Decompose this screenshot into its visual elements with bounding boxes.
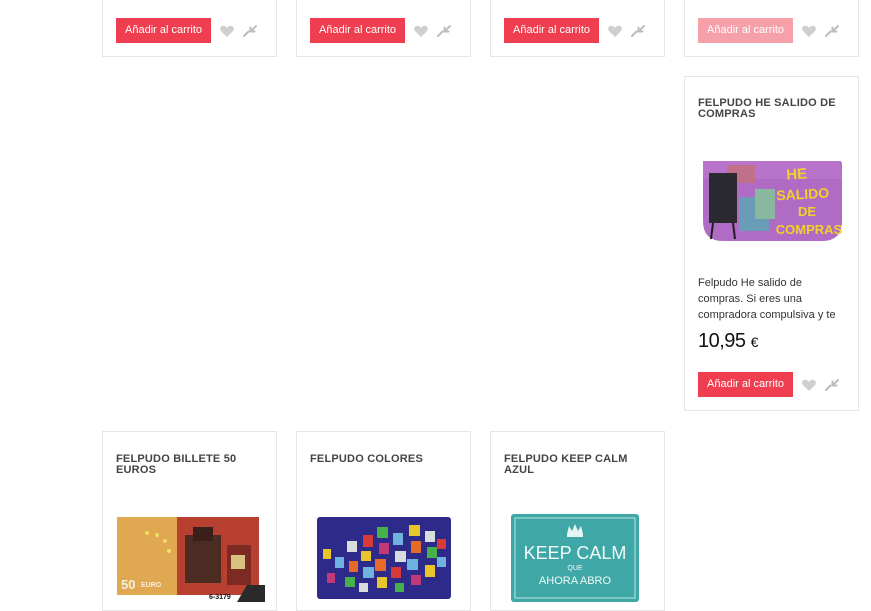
- product-card-keep-calm-azul: FELPUDO KEEP CALM AZUL KEEP CALM QUE AHO…: [490, 431, 665, 611]
- product-image[interactable]: KEEP CALM QUE AHORA ABRO: [511, 514, 639, 602]
- product-card-he-salido-de-compras: FELPUDO HE SALIDO DE COMPRAS HE SALIDO D…: [684, 76, 859, 411]
- image-text-salido: SALIDO: [776, 185, 830, 204]
- product-image[interactable]: 50 EURO 6-3179: [117, 515, 265, 602]
- heart-icon[interactable]: [801, 377, 817, 393]
- product-card-colores: FELPUDO COLORES: [296, 431, 471, 611]
- compare-arrows-icon[interactable]: [630, 23, 646, 39]
- image-text-de: DE: [798, 204, 816, 219]
- price-amount: 10,95: [698, 330, 746, 352]
- product-title[interactable]: FELPUDO BILLETE 50 EUROS: [116, 454, 264, 476]
- product-card-top-2: Añadir al carrito: [296, 0, 471, 57]
- compare-arrows-icon[interactable]: [824, 377, 840, 393]
- heart-icon[interactable]: [219, 23, 235, 39]
- compare-arrows-icon[interactable]: [436, 23, 452, 39]
- compare-arrows-icon[interactable]: [242, 23, 258, 39]
- image-text-euro: EURO: [141, 582, 162, 589]
- image-text-que: QUE: [567, 565, 583, 572]
- add-to-cart-button[interactable]: Añadir al carrito: [698, 18, 794, 43]
- product-title[interactable]: FELPUDO COLORES: [310, 454, 458, 465]
- product-card-billete-50-euros: FELPUDO BILLETE 50 EUROS 50 EURO 6-3179: [102, 431, 277, 611]
- compare-arrows-icon[interactable]: [824, 23, 840, 39]
- image-text-keep-calm: KEEP CALM: [524, 543, 627, 563]
- heart-icon[interactable]: [801, 23, 817, 39]
- image-text-ahora-abro: AHORA ABRO: [539, 575, 612, 587]
- add-to-cart-button[interactable]: Añadir al carrito: [504, 18, 600, 43]
- product-card-top-1: Añadir al carrito: [102, 0, 277, 57]
- image-text-50: 50: [121, 577, 135, 592]
- product-card-top-4: Añadir al carrito: [684, 0, 859, 57]
- price-currency: €: [750, 334, 759, 350]
- product-price: 10,95 €: [698, 330, 758, 353]
- product-title[interactable]: FELPUDO HE SALIDO DE COMPRAS: [698, 98, 846, 120]
- add-to-cart-button[interactable]: Añadir al carrito: [310, 18, 406, 43]
- product-image[interactable]: [317, 517, 451, 599]
- image-text-compras: COMPRAS: [776, 222, 843, 237]
- product-image[interactable]: HE SALIDO DE COMPRAS: [699, 159, 844, 243]
- product-title[interactable]: FELPUDO KEEP CALM AZUL: [504, 454, 652, 476]
- image-text-he: HE: [786, 165, 808, 183]
- add-to-cart-button[interactable]: Añadir al carrito: [698, 372, 794, 397]
- product-description: Felpudo He salido de compras. Si eres un…: [698, 277, 836, 321]
- heart-icon[interactable]: [607, 23, 623, 39]
- product-card-top-3: Añadir al carrito: [490, 0, 665, 57]
- add-to-cart-button[interactable]: Añadir al carrito: [116, 18, 212, 43]
- image-text-code: 6-3179: [209, 594, 231, 601]
- heart-icon[interactable]: [413, 23, 429, 39]
